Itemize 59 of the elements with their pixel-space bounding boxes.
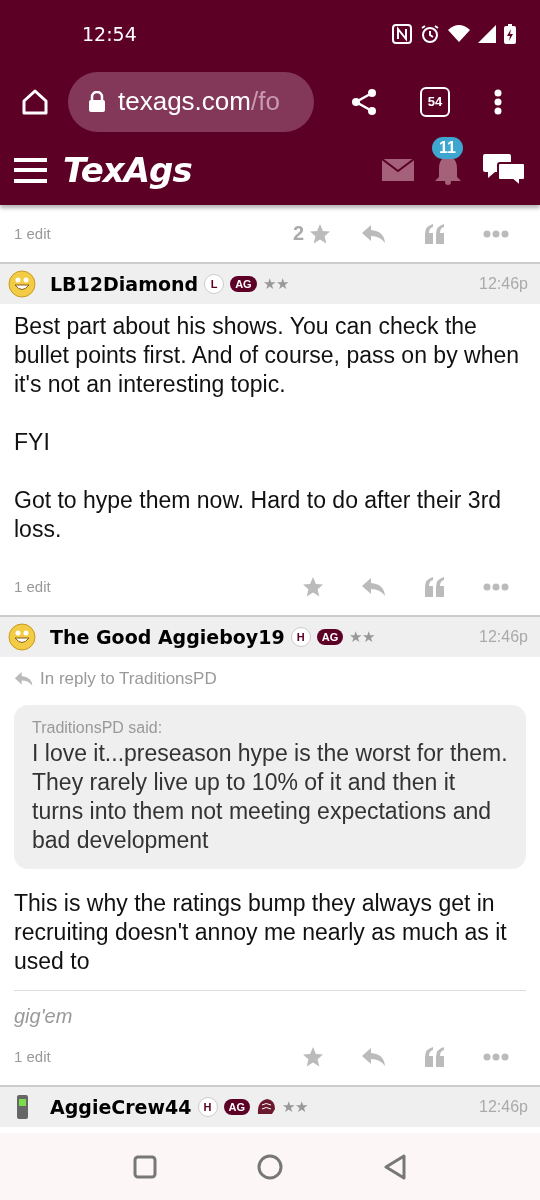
share-icon[interactable] bbox=[350, 87, 378, 116]
reply-icon bbox=[14, 671, 34, 687]
edit-count: 1 edit bbox=[14, 578, 51, 595]
battery-icon bbox=[504, 24, 516, 44]
signature: gig'em bbox=[14, 990, 526, 1028]
wifi-icon bbox=[448, 25, 470, 43]
site-logo[interactable]: TexAgs bbox=[63, 150, 192, 190]
edit-count: 1 edit bbox=[14, 1048, 51, 1065]
school-badge: AG bbox=[223, 1099, 250, 1115]
reply-icon[interactable] bbox=[360, 1046, 387, 1067]
post-text: This is why the ratings bump they always get in recruiting doesn't annoy me nearly as much as it used to bbox=[14, 889, 508, 976]
notification-badge: 11 bbox=[432, 137, 463, 159]
school-badge: AG bbox=[316, 629, 344, 645]
more-icon[interactable] bbox=[482, 229, 509, 238]
status-badge: L bbox=[204, 274, 225, 294]
quote-icon[interactable] bbox=[423, 575, 446, 598]
post-text: FYI bbox=[14, 428, 51, 457]
alarm-icon bbox=[420, 24, 440, 44]
menu-dots-icon[interactable] bbox=[494, 88, 502, 115]
tab-count-button[interactable]: 54 bbox=[420, 86, 450, 117]
author-name[interactable]: LB12Diamond bbox=[50, 273, 199, 295]
post-time: 12:46p bbox=[479, 275, 528, 293]
rank-stars: ★★ bbox=[262, 275, 289, 293]
post-time: 12:46p bbox=[479, 1098, 528, 1116]
post-time: 12:46p bbox=[479, 628, 528, 646]
lock-icon bbox=[88, 90, 106, 113]
url-field[interactable]: texags.com/fo bbox=[68, 71, 314, 132]
back-icon[interactable] bbox=[383, 1153, 407, 1180]
status-badge: H bbox=[290, 627, 311, 647]
url-text: texags.com/fo bbox=[118, 86, 280, 117]
reply-icon[interactable] bbox=[360, 223, 387, 244]
more-icon[interactable] bbox=[482, 582, 509, 591]
reply-icon[interactable] bbox=[360, 576, 387, 597]
smiley-avatar-icon bbox=[8, 270, 36, 298]
signal-icon bbox=[478, 25, 496, 43]
edit-count: 1 edit bbox=[14, 225, 51, 242]
home-nav-icon[interactable] bbox=[257, 1153, 283, 1180]
post-text: Got to hype them now. Hard to do after their 3rd loss. bbox=[14, 486, 503, 544]
mail-icon[interactable] bbox=[382, 159, 414, 181]
star-count: 2 bbox=[292, 222, 305, 245]
mascot-icon bbox=[256, 1097, 276, 1117]
author-name[interactable]: The Good Aggieboy19 bbox=[50, 626, 285, 648]
recents-icon[interactable] bbox=[133, 1154, 157, 1179]
rank-stars: ★★ bbox=[349, 628, 376, 646]
quote-text: I love it...preseason hype is the worst for them. They rarely live up to 10% of it and then it turns into them not meeting expectations and bad development bbox=[32, 739, 508, 855]
more-icon[interactable] bbox=[482, 1052, 509, 1061]
smiley-avatar-icon bbox=[8, 623, 36, 651]
author-name[interactable]: AggieCrew44 bbox=[50, 1096, 192, 1118]
clock: 12:54 bbox=[82, 23, 137, 45]
school-badge: AG bbox=[230, 276, 257, 292]
quote-icon[interactable] bbox=[423, 222, 446, 245]
chat-icon[interactable] bbox=[482, 153, 526, 187]
quote-attribution: TraditionsPD said: bbox=[32, 719, 164, 737]
status-badge: H bbox=[197, 1097, 218, 1117]
menu-icon[interactable] bbox=[14, 157, 47, 183]
post-text: Best part about his shows. You can check the bullet points first. And of course, pass on by when it's not an interesting topic. bbox=[14, 312, 520, 399]
quote-icon[interactable] bbox=[423, 1045, 446, 1068]
nfc-icon bbox=[392, 24, 412, 44]
rank-stars: ★★ bbox=[282, 1098, 308, 1116]
